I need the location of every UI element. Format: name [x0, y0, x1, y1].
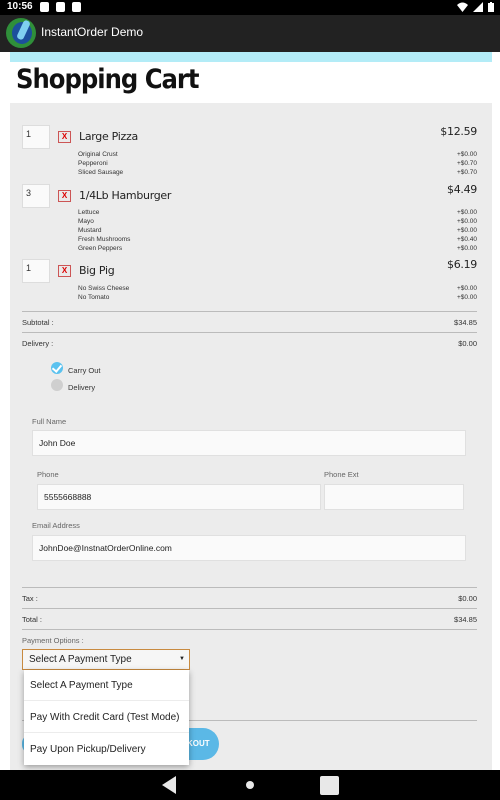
payment-selected-value: Select A Payment Type [29, 654, 132, 665]
status-time: 10:56 [7, 1, 33, 12]
phone-field[interactable]: 5555668888 [37, 484, 321, 510]
app-logo-icon[interactable] [6, 18, 36, 48]
remove-item-button[interactable]: X [58, 190, 71, 202]
item-option: Mustard [78, 227, 102, 234]
remove-item-button[interactable]: X [58, 265, 71, 277]
divider [22, 587, 477, 588]
item-option: Fresh Mushrooms [78, 236, 131, 243]
tax-value: $0.00 [458, 594, 477, 603]
email-field[interactable]: JohnDoe@InstnatOrderOnline.com [32, 535, 466, 561]
accent-bar [10, 52, 492, 62]
remove-item-button[interactable]: X [58, 131, 71, 143]
item-option-price: +$0.00 [456, 218, 477, 225]
item-price: $12.59 [440, 125, 477, 138]
item-option: No Swiss Cheese [78, 285, 130, 292]
quantity-input[interactable]: 1 [22, 259, 50, 283]
subtotal-label: Subtotal : [22, 318, 54, 327]
item-option: Pepperoni [78, 160, 108, 167]
delivery-radio[interactable] [51, 379, 63, 391]
phone-label: Phone [37, 470, 59, 479]
notification-icon [56, 2, 65, 12]
status-bar: 10:56 [0, 0, 500, 15]
phone-ext-field[interactable] [324, 484, 464, 510]
checkout-label: KOUT [187, 739, 210, 748]
total-label: Total : [22, 615, 43, 624]
item-price: $6.19 [447, 258, 477, 271]
home-icon[interactable] [246, 781, 254, 789]
item-option-price: +$0.00 [456, 294, 477, 301]
carry-out-radio[interactable] [51, 362, 63, 374]
divider [22, 629, 477, 630]
item-option: Sliced Sausage [78, 169, 124, 176]
carry-out-label[interactable]: Carry Out [68, 366, 101, 375]
wifi-icon [457, 2, 468, 12]
item-option-price: +$0.70 [456, 160, 477, 167]
item-name: 1/4Lb Hamburger [79, 189, 172, 202]
app-bar: InstantOrder Demo [0, 15, 500, 52]
payment-option-pickup[interactable]: Pay Upon Pickup/Delivery [24, 734, 189, 765]
payment-option-credit-card[interactable]: Pay With Credit Card (Test Mode) [24, 702, 189, 733]
item-option: Mayo [78, 218, 94, 225]
settings-icon [40, 2, 49, 12]
quantity-input[interactable]: 3 [22, 184, 50, 208]
phone-ext-label: Phone Ext [324, 470, 359, 479]
item-option-price: +$0.00 [456, 227, 477, 234]
divider [22, 332, 477, 333]
status-right [457, 2, 494, 12]
payment-options-label: Payment Options : [22, 636, 84, 645]
page-title: Shopping Cart [16, 64, 200, 95]
full-name-field[interactable]: John Doe [32, 430, 466, 456]
signal-icon [473, 2, 483, 12]
subtotal-value: $34.85 [454, 318, 477, 327]
item-option-price: +$0.00 [456, 245, 477, 252]
item-name: Large Pizza [79, 130, 138, 143]
delivery-label: Delivery : [22, 339, 54, 348]
tax-label: Tax : [22, 594, 38, 603]
payment-type-select[interactable]: Select A Payment Type ▼ [22, 649, 190, 670]
app-title: InstantOrder Demo [41, 25, 144, 39]
item-option-price: +$0.40 [456, 236, 477, 243]
item-option-price: +$0.00 [456, 209, 477, 216]
item-option: Lettuce [78, 209, 100, 216]
item-option: Green Peppers [78, 245, 123, 252]
recents-icon[interactable] [320, 776, 339, 795]
quantity-input[interactable]: 1 [22, 125, 50, 149]
back-icon[interactable] [162, 776, 176, 794]
item-option-price: +$0.70 [456, 169, 477, 176]
payment-option-select[interactable]: Select A Payment Type [24, 670, 189, 701]
total-value: $34.85 [454, 615, 477, 624]
email-label: Email Address [32, 521, 80, 530]
battery-icon [488, 2, 494, 12]
item-price: $4.49 [447, 183, 477, 196]
caret-down-icon: ▼ [179, 656, 185, 662]
delivery-value: $0.00 [458, 339, 477, 348]
divider [22, 311, 477, 312]
delivery-option-label[interactable]: Delivery [68, 383, 95, 392]
full-name-label: Full Name [32, 417, 67, 426]
checkout-button[interactable]: KOUT [187, 728, 219, 760]
item-option-price: +$0.00 [456, 151, 477, 158]
item-option: Original Crust [78, 151, 118, 158]
divider [22, 608, 477, 609]
item-option-price: +$0.00 [456, 285, 477, 292]
sd-card-icon [72, 2, 81, 12]
item-name: Big Pig [79, 264, 115, 277]
item-option: No Tomato [78, 294, 110, 301]
payment-dropdown-menu: Select A Payment Type Pay With Credit Ca… [24, 670, 189, 765]
